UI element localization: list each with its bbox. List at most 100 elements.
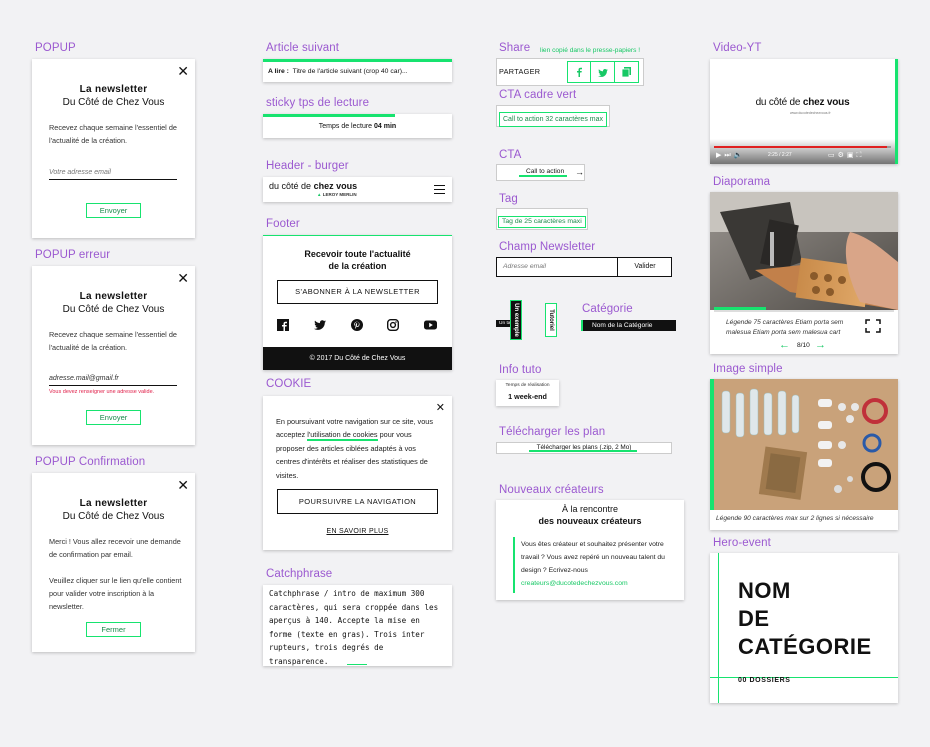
subscribe-button[interactable]: S'ABONNER À LA NEWSLETTER (277, 280, 438, 304)
newsletter-submit-button[interactable]: Valider (617, 258, 672, 276)
error-message: Vous devez renseigner une adresse valide… (49, 389, 155, 395)
reading-time-text: Temps de lecture 04 min (318, 123, 397, 130)
info-tuto-caption: Temps de réalisation (505, 383, 550, 388)
fullscreen-icon[interactable]: ⛶ (857, 152, 865, 159)
tag-chip[interactable]: Tag de 25 caractères maxi (498, 216, 586, 228)
newsletter-popup-error: ✕ La newsletter Du Côté de Chez Vous Rece… (32, 266, 195, 445)
close-icon[interactable]: ✕ (177, 271, 189, 285)
youtube-icon[interactable] (424, 319, 437, 331)
popup-title: La newsletter Du Côté de Chez Vous (62, 498, 165, 522)
site-logo[interactable]: du côté de chez vous (269, 181, 357, 191)
video-progress-fill (714, 146, 888, 148)
section-label-header: Header - burger (266, 160, 349, 172)
brand-logo: ▲ LEROY MERLIN (317, 192, 357, 197)
close-icon[interactable]: ✕ (177, 64, 189, 78)
section-label-category: Catégorie (582, 303, 633, 315)
twitter-icon[interactable] (313, 319, 326, 331)
slide-progress-track (714, 310, 894, 312)
subtitles-icon[interactable]: ▭ (828, 152, 838, 159)
next-icon[interactable]: ⏭ (724, 152, 733, 159)
confirmation-text: Merci ! Vous allez recevoir une demande … (49, 537, 181, 559)
section-label-share: Share (499, 42, 531, 54)
social-links (277, 319, 437, 331)
confirmation-instructions: Veuillez cliquer sur le lien qu'elle con… (49, 576, 182, 611)
image-legend: Légende 90 caractères max sur 2 lignes s… (716, 515, 874, 522)
playback-icons: ▶⏭🔈 (716, 151, 745, 160)
cta-label: Call to action (526, 168, 565, 175)
close-icon[interactable]: ✕ (436, 401, 445, 415)
section-label-image-simple: Image simple (713, 363, 783, 375)
hero-event: NOM DE CATÉGORIE 00 DOSSIERS (710, 553, 898, 703)
info-tuto-value: 1 week-end (508, 392, 547, 401)
share-bar: PARTAGER (496, 58, 644, 86)
burger-menu-icon[interactable] (434, 185, 445, 195)
twitter-icon[interactable] (591, 62, 615, 82)
video-timeline[interactable] (714, 146, 891, 148)
close-button[interactable]: Fermer (86, 622, 141, 637)
section-label-cta: CTA (499, 149, 522, 161)
cta-frame-button[interactable]: Call to action 32 caractères max (499, 112, 607, 127)
section-label-cookie: COOKIE (266, 378, 312, 390)
slide-legend: Légende 75 caractères Etiam porta sem ma… (726, 319, 844, 336)
facebook-icon[interactable] (277, 319, 289, 331)
facebook-icon[interactable] (568, 62, 592, 82)
hero-count: 00 DOSSIERS (738, 677, 791, 684)
copy-link-icon[interactable] (615, 62, 638, 82)
submit-button[interactable]: Envoyer (86, 410, 141, 425)
vertical-tag-tutoriel: Tutoriel (545, 303, 557, 337)
newsletter-email-input[interactable]: Adresse email (503, 263, 546, 270)
catchphrase-box: Catchphrase / intro de maximum 300 carac… (263, 585, 452, 666)
simple-image-card: Légende 90 caractères max sur 2 lignes s… (710, 379, 898, 530)
email-field[interactable]: adresse.mail@gmail.fr (49, 375, 177, 386)
player-options: ▭⚙▣⛶ (828, 151, 864, 160)
fullscreen-icon[interactable] (865, 319, 881, 333)
category-label[interactable]: Nom de la Catégorie (581, 320, 676, 331)
cookie-banner: ✕ En poursuivant votre navigation sur ce… (263, 396, 452, 550)
close-icon[interactable]: ✕ (177, 478, 189, 492)
cta-link[interactable]: Call to action → (496, 164, 585, 181)
pinterest-icon[interactable] (350, 319, 363, 331)
section-label-cta-frame: CTA cadre vert (499, 89, 577, 101)
reading-progress-fill (263, 114, 396, 117)
section-label-article-suivant: Article suivant (266, 42, 340, 54)
video-url: www.ducotedechezvous.fr (790, 111, 831, 115)
newsletter-popup-confirmation: ✕ La newsletter Du Côté de Chez Vous Merc… (32, 473, 195, 652)
section-label-sticky: sticky tps de lecture (266, 97, 370, 109)
hero-accent-vertical (718, 553, 719, 703)
vertical-tag-example: Un exemple (510, 300, 522, 340)
footer-title: Recevoir toute l'actualité de la création (304, 249, 411, 271)
next-slide-icon[interactable]: → (815, 340, 826, 351)
video-player[interactable]: du côté de chez vous www.ducotedechezvou… (710, 59, 898, 164)
share-label: PARTAGER (499, 67, 541, 76)
catchphrase-indicator (347, 664, 367, 665)
info-tuto-box: Temps de réalisation 1 week-end (496, 380, 559, 406)
cta-underline (519, 175, 567, 177)
creators-email-link[interactable]: createurs@ducotedechezvous.com (521, 580, 628, 587)
download-plans-link[interactable]: Télécharger les plans (.zip, 2 Mo) (496, 442, 672, 454)
section-label-video: Video-YT (713, 42, 762, 54)
popup-text: Recevez chaque semaine l'essentiel de l'… (49, 123, 177, 145)
newsletter-form: Adresse email Valider (496, 257, 672, 277)
section-label-catchphrase: Catchphrase (266, 568, 333, 580)
section-label-newsletter-field: Champ Newsletter (499, 241, 596, 253)
next-article-bar[interactable]: A lire : Titre de l'article suivant (cro… (263, 59, 452, 82)
video-time: 2:25 / 2:27 (768, 152, 792, 158)
email-field[interactable]: Votre adresse email (49, 169, 177, 180)
cast-icon[interactable]: ▣ (847, 152, 857, 159)
video-controls: ▶⏭🔈 2:25 / 2:27 ▭⚙▣⛶ (710, 139, 895, 164)
cookie-policy-link[interactable]: l'utilisation de cookies (307, 430, 378, 442)
arrow-right-icon: → (575, 167, 584, 177)
section-label-popup-confirmation: POPUP Confirmation (35, 456, 146, 468)
submit-button[interactable]: Envoyer (86, 203, 141, 218)
creators-text: Vous êtes créateur et souhaitez présente… (521, 541, 665, 587)
continue-button[interactable]: POURSUIVRE LA NAVIGATION (277, 489, 438, 514)
previous-slide-icon[interactable]: ← (779, 340, 790, 351)
instagram-icon[interactable] (387, 319, 400, 331)
creators-title: À la rencontre des nouveaux créateurs (538, 504, 642, 526)
learn-more-link[interactable]: EN SAVOIR PLUS (263, 528, 452, 535)
tag-wrapper: Tag de 25 caractères maxi (496, 208, 588, 230)
popup-text: Recevez chaque semaine l'essentiel de l'… (49, 330, 177, 352)
volume-icon[interactable]: 🔈 (734, 152, 746, 159)
settings-icon[interactable]: ⚙ (838, 152, 847, 159)
popup-title: La newsletter Du Côté de Chez Vous (62, 291, 165, 315)
